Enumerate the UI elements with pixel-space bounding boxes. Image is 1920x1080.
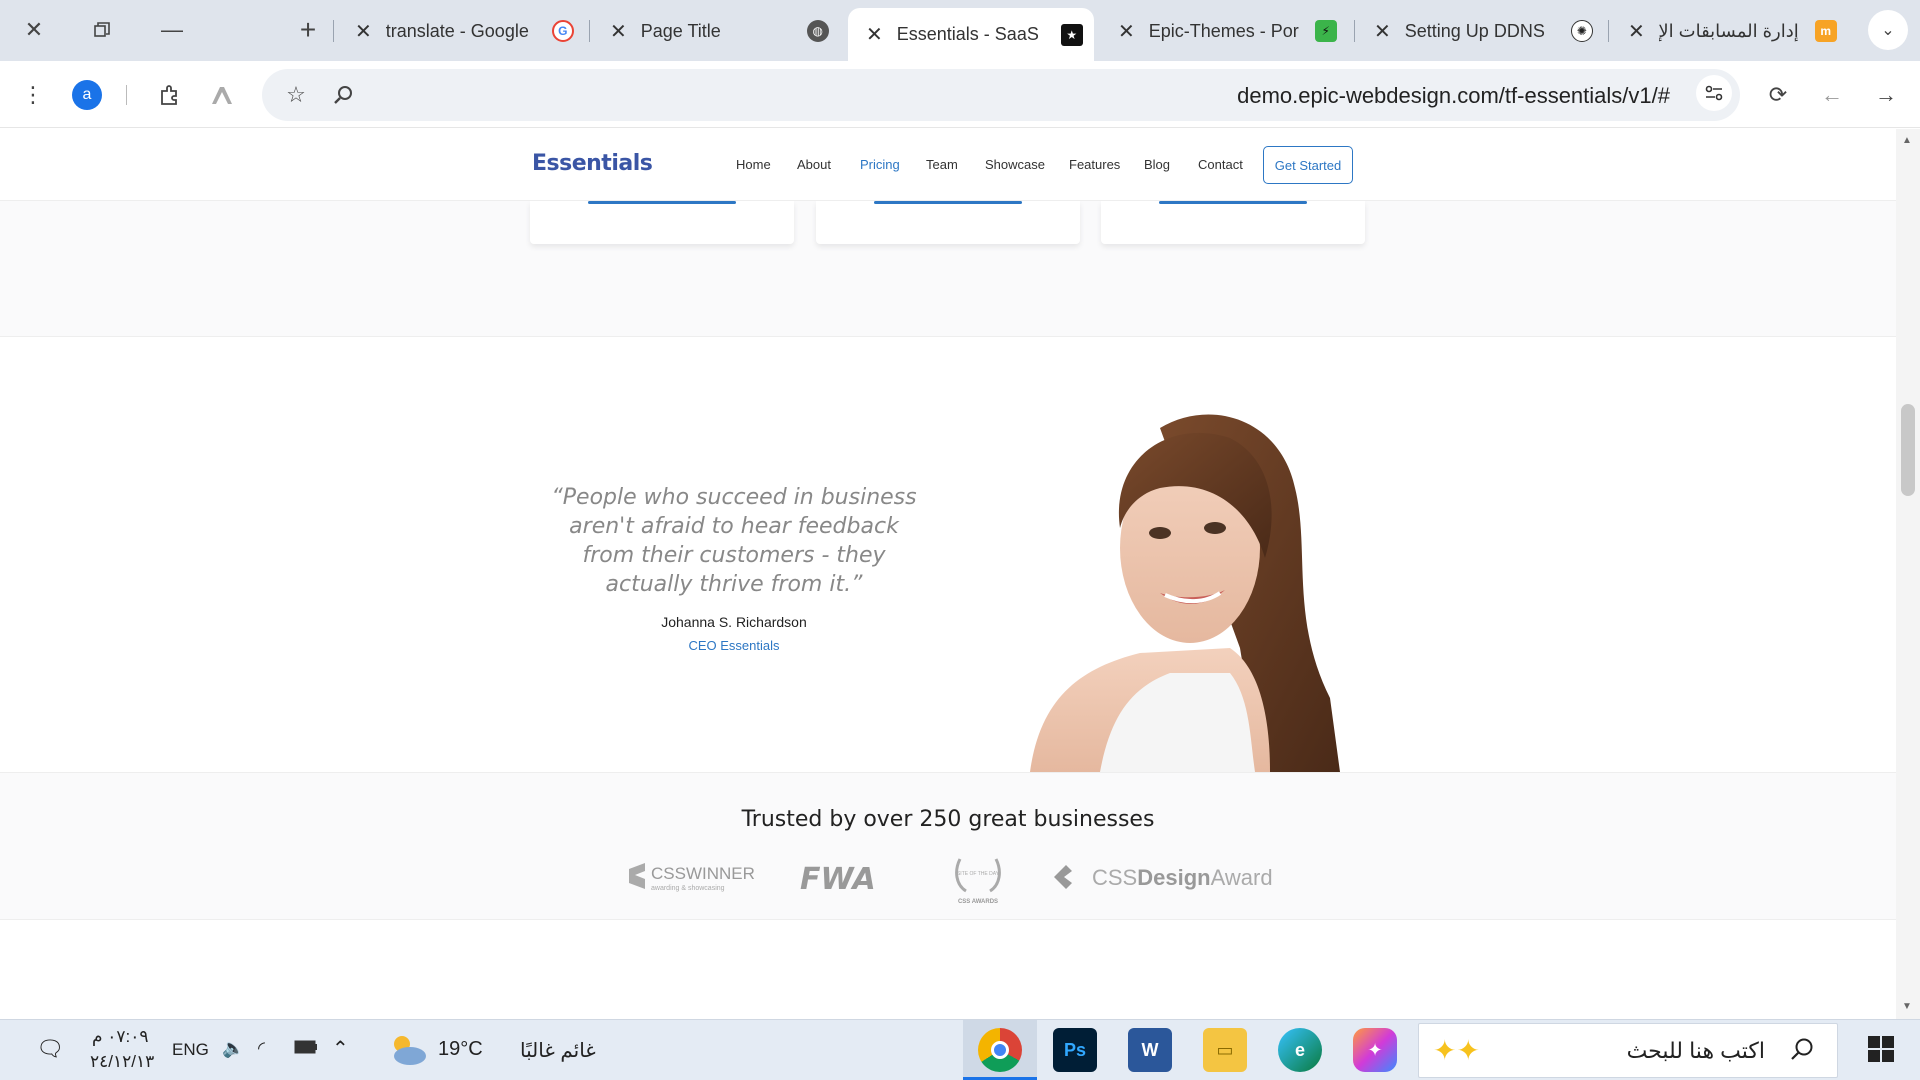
nav-team[interactable]: Team (926, 157, 958, 172)
copilot-icon[interactable]: ✦ (1353, 1028, 1397, 1072)
sparkle-icon: ✦✦ (1433, 1035, 1480, 1066)
word-icon[interactable]: W (1128, 1028, 1172, 1072)
edge-icon[interactable]: e (1278, 1028, 1322, 1072)
minimize-window-icon[interactable]: — (150, 12, 194, 48)
close-tab-icon[interactable]: ✕ (355, 19, 372, 44)
star-icon: ★ (1060, 23, 1083, 46)
avatar: a (72, 80, 102, 110)
testimonial-author: Johanna S. Richardson (661, 614, 807, 630)
tab-arabic-competitions[interactable]: ✕ إدارة المسابقات الإلك m (1618, 10, 1854, 52)
csswinner-logo[interactable]: CSSWINNER awarding & showcasing (627, 861, 757, 900)
restore-window-icon[interactable] (80, 12, 124, 48)
zoom-icon[interactable] (324, 75, 364, 115)
testimonial-quote: “People who succeed in business aren't a… (551, 485, 917, 597)
weather-temp[interactable]: 19°C (438, 1038, 483, 1061)
nav-features[interactable]: Features (1069, 157, 1120, 172)
tab-translate[interactable]: ✕ translate - Google G (345, 10, 585, 52)
back-icon[interactable]: ← (1812, 75, 1852, 115)
windows-taskbar: 🗨 ٠٧:٠٩ م ٢٤/١٢/١٣ ENG 🔈 ◜ ⌃ 19°C غائم غ… (0, 1019, 1920, 1080)
close-window-icon[interactable]: ✕ (12, 12, 56, 48)
pricing-button[interactable] (588, 201, 736, 204)
bolt-icon: ⚡ (1314, 20, 1337, 42)
tab-ddns[interactable]: ✕ Setting Up DDNS ✺ (1364, 10, 1604, 52)
site-settings-icon[interactable] (1696, 75, 1732, 111)
nav-contact[interactable]: Contact (1198, 157, 1243, 172)
svg-text:CSS AWARDS: CSS AWARDS (958, 899, 998, 905)
page-viewport: Essentials Home About Pricing Team Showc… (0, 129, 1896, 1019)
pricing-card (816, 201, 1080, 244)
moodle-icon: m (1814, 20, 1837, 42)
file-explorer-icon[interactable]: ▭ (1203, 1028, 1247, 1072)
battery-icon[interactable] (294, 1040, 318, 1059)
site-navbar: Essentials Home About Pricing Team Showc… (0, 129, 1896, 201)
nav-about[interactable]: About (797, 157, 831, 172)
svg-text:CSSDesignAwards: CSSDesignAwards (1092, 865, 1272, 890)
bookmark-star-icon[interactable]: ☆ (276, 75, 316, 115)
clock-date[interactable]: ٢٤/١٢/١٣ (90, 1052, 154, 1072)
nav-blog[interactable]: Blog (1144, 157, 1170, 172)
chrome-icon[interactable] (978, 1028, 1022, 1072)
weather-cloud-icon[interactable] (386, 1032, 428, 1073)
trusted-section: Trusted by over 250 great businesses CSS… (0, 772, 1896, 920)
tab-page-title[interactable]: ✕ Page Title ◍ (600, 10, 840, 52)
pricing-button[interactable] (874, 201, 1022, 204)
close-tab-icon[interactable]: ✕ (610, 19, 627, 44)
close-tab-icon[interactable]: ✕ (866, 22, 883, 47)
page-scrollbar[interactable]: ▲ ▼ (1896, 129, 1920, 1019)
google-icon: G (551, 20, 574, 42)
svg-text:CSSWINNER: CSSWINNER (651, 864, 755, 883)
tab-search-chevron-icon[interactable]: ⌄ (1868, 10, 1908, 50)
trusted-title: Trusted by over 250 great businesses (741, 807, 1155, 832)
reload-icon[interactable]: ⟳ (1758, 75, 1798, 115)
svg-text:awarding & showcasing: awarding & showcasing (651, 885, 725, 892)
acrobat-icon[interactable] (202, 75, 242, 115)
tab-essentials[interactable]: ✕ Essentials - SaaS La ★ (848, 8, 1094, 61)
browser-toolbar: ⋮ a ☆ demo.epic-webdesign.com/tf-essenti… (0, 61, 1920, 128)
forward-icon[interactable]: → (1866, 75, 1906, 115)
css-design-awards-logo[interactable]: CSSDesignAwards (1052, 861, 1284, 900)
close-tab-icon[interactable]: ✕ (1374, 19, 1391, 44)
pricing-button[interactable] (1159, 201, 1307, 204)
notifications-icon[interactable]: 🗨 (36, 1036, 64, 1062)
get-started-button[interactable]: Get Started (1263, 146, 1353, 184)
svg-text:FWA: FWA (800, 865, 876, 893)
close-tab-icon[interactable]: ✕ (1628, 19, 1645, 44)
tab-strip: ✕ — + ✕ translate - Google G ✕ Page Titl… (0, 0, 1920, 61)
nav-showcase[interactable]: Showcase (985, 157, 1045, 172)
nav-pricing[interactable]: Pricing (860, 157, 900, 172)
menu-icon[interactable]: ⋮ (13, 75, 53, 115)
openai-icon: ✺ (1570, 20, 1593, 42)
fwa-logo[interactable]: FWA (800, 862, 906, 898)
wifi-icon[interactable]: ◜ (258, 1038, 265, 1059)
language-indicator[interactable]: ENG (172, 1040, 209, 1060)
nav-home[interactable]: Home (736, 157, 771, 172)
globe-icon: ◍ (806, 20, 829, 42)
search-placeholder: اكتب هنا للبحث (1626, 1038, 1765, 1063)
taskbar-search-input[interactable]: ✦✦ اكتب هنا للبحث (1418, 1023, 1838, 1078)
photoshop-icon[interactable]: Ps (1053, 1028, 1097, 1072)
speaker-icon[interactable]: 🔈 (222, 1038, 244, 1059)
search-icon (1789, 1036, 1815, 1067)
pricing-card (530, 201, 794, 244)
windows-start-icon[interactable] (1868, 1036, 1894, 1067)
pricing-card (1101, 201, 1365, 244)
new-tab-icon[interactable]: + (286, 12, 330, 48)
chevron-up-icon[interactable]: ⌃ (332, 1036, 349, 1061)
close-tab-icon[interactable]: ✕ (1118, 19, 1135, 44)
scrollbar-thumb[interactable] (1901, 404, 1915, 496)
tab-epic-themes[interactable]: ✕ Epic-Themes - Port ⚡ (1108, 10, 1348, 52)
address-bar[interactable]: ☆ demo.epic-webdesign.com/tf-essentials/… (262, 69, 1740, 121)
css-awards-logo[interactable]: SITE OF THE DAY CSS AWARDS (950, 851, 1006, 910)
profile-button[interactable]: a (67, 75, 107, 115)
extensions-icon[interactable] (150, 75, 190, 115)
site-logo[interactable]: Essentials (532, 151, 653, 176)
testimonial-role: CEO Essentials (688, 638, 780, 653)
portrait-image (1030, 414, 1340, 772)
url-text[interactable]: demo.epic-webdesign.com/tf-essentials/v1… (1237, 83, 1670, 109)
testimonial-section: “People who succeed in business aren't a… (0, 338, 1896, 772)
clock-time[interactable]: ٠٧:٠٩ م (92, 1027, 149, 1047)
pricing-section (0, 201, 1896, 337)
svg-text:SITE OF THE DAY: SITE OF THE DAY (957, 871, 1000, 877)
weather-text[interactable]: غائم غالبًا (520, 1038, 596, 1063)
